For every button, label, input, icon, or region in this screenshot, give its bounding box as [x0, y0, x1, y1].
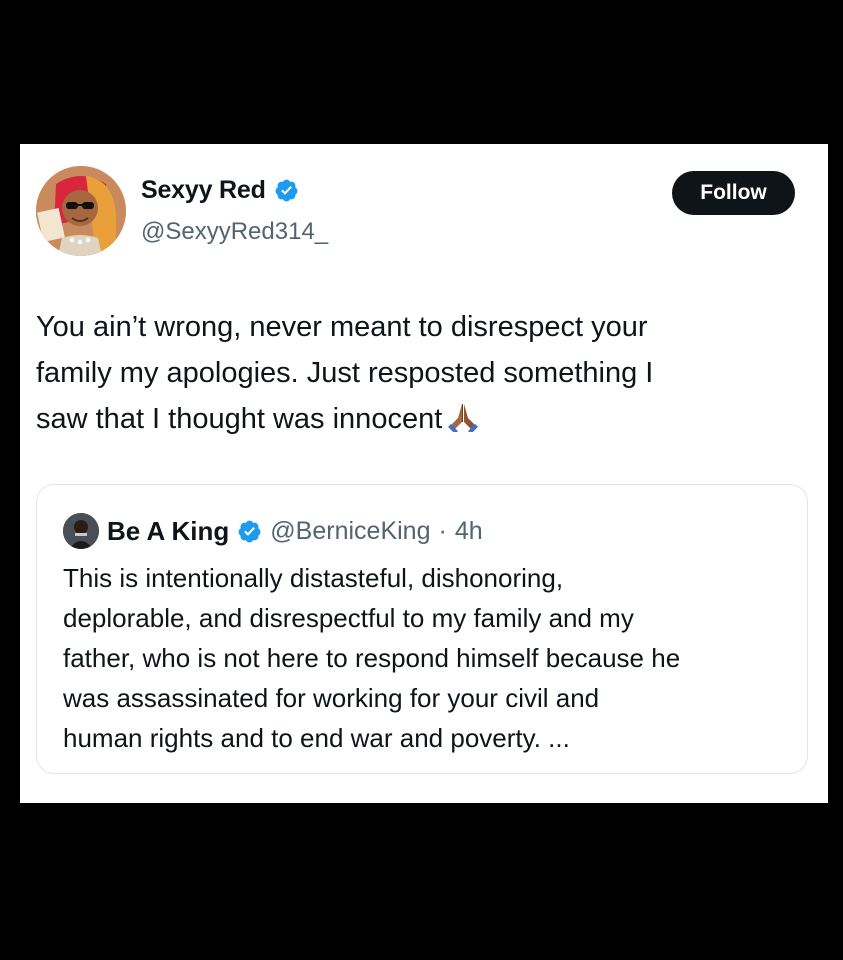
quoted-tweet[interactable]: Be A King @BerniceKing · 4h This is intent…: [36, 484, 808, 774]
quoted-timestamp[interactable]: 4h: [455, 517, 483, 546]
verified-badge-icon: [238, 520, 261, 542]
quoted-author-name[interactable]: Be A King: [107, 516, 229, 547]
quoted-author-avatar[interactable]: [63, 513, 99, 549]
quoted-tweet-text: This is intentionally distasteful, disho…: [63, 563, 681, 753]
quoted-meta-separator: ·: [438, 516, 447, 545]
author-handle[interactable]: @SexyyRed314_: [141, 218, 328, 246]
tweet-text: You ain’t wrong, never meant to disrespe…: [36, 311, 654, 435]
author-name-row: Sexyy Red: [141, 176, 299, 205]
folded-hands-icon: [448, 404, 479, 432]
tweet-card: Sexyy Red @SexyyRed314_ Follow You ain’t…: [20, 144, 828, 803]
quoted-tweet-header: Be A King @BerniceKing · 4h: [63, 513, 483, 549]
follow-button[interactable]: Follow: [672, 171, 795, 215]
verified-badge-icon: [275, 179, 298, 202]
screenshot-frame: Sexyy Red @SexyyRed314_ Follow You ain’t…: [0, 0, 843, 960]
author-name[interactable]: Sexyy Red: [141, 176, 266, 205]
author-avatar[interactable]: [36, 166, 126, 256]
quoted-author-handle[interactable]: @BerniceKing: [270, 517, 430, 546]
tweet-body: You ain’t wrong, never meant to disrespe…: [36, 304, 796, 442]
